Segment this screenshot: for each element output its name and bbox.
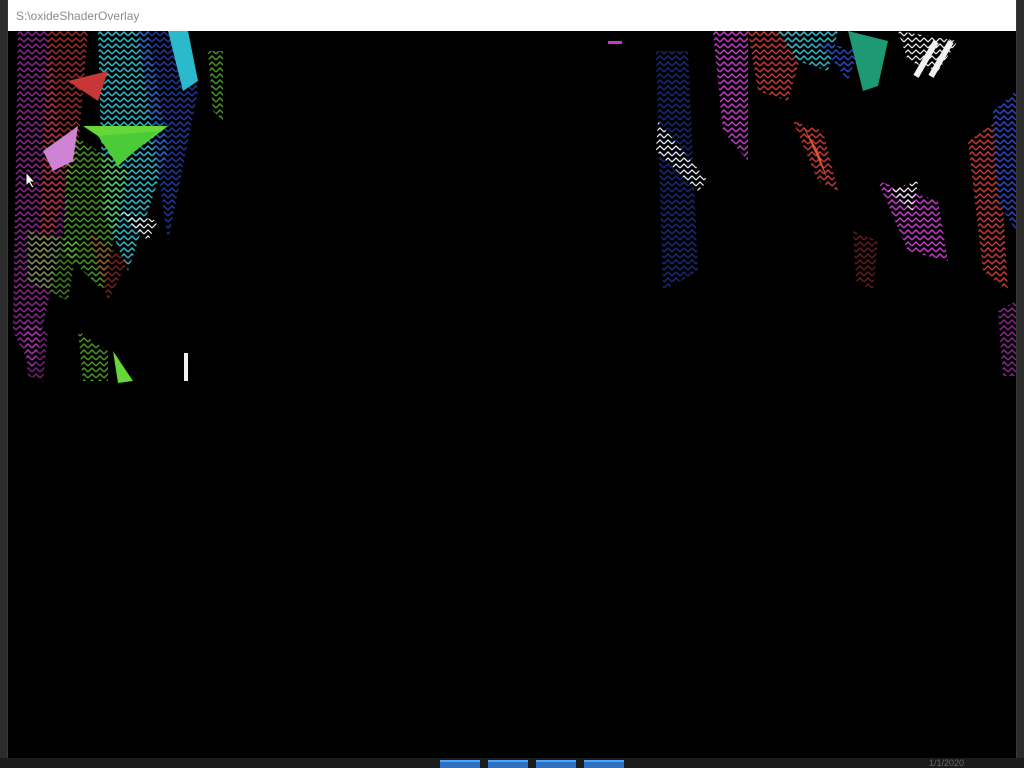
glitch-artifacts bbox=[13, 31, 1016, 383]
left-artifact-cluster bbox=[13, 31, 223, 383]
taskbar-app-button[interactable] bbox=[488, 760, 528, 768]
right-artifact-cluster bbox=[608, 31, 1016, 376]
taskbar: 1/1/2020 bbox=[0, 758, 1024, 768]
title-bar[interactable]: S:\oxideShaderOverlay bbox=[8, 0, 1016, 31]
desktop: S:\oxideShaderOverlay 1/1/2020 bbox=[0, 0, 1024, 768]
window-title: S:\oxideShaderOverlay bbox=[16, 9, 140, 23]
close-button[interactable] bbox=[970, 0, 1016, 31]
taskbar-app-button[interactable] bbox=[536, 760, 576, 768]
arrow-cursor-icon bbox=[25, 171, 37, 189]
taskbar-app-button[interactable] bbox=[584, 760, 624, 768]
app-window: S:\oxideShaderOverlay bbox=[8, 0, 1016, 760]
taskbar-clock[interactable]: 1/1/2020 bbox=[929, 758, 964, 768]
maximize-button[interactable] bbox=[924, 0, 970, 31]
taskbar-app-button[interactable] bbox=[440, 760, 480, 768]
minimize-button[interactable] bbox=[878, 0, 924, 31]
render-surface[interactable] bbox=[8, 31, 1016, 760]
